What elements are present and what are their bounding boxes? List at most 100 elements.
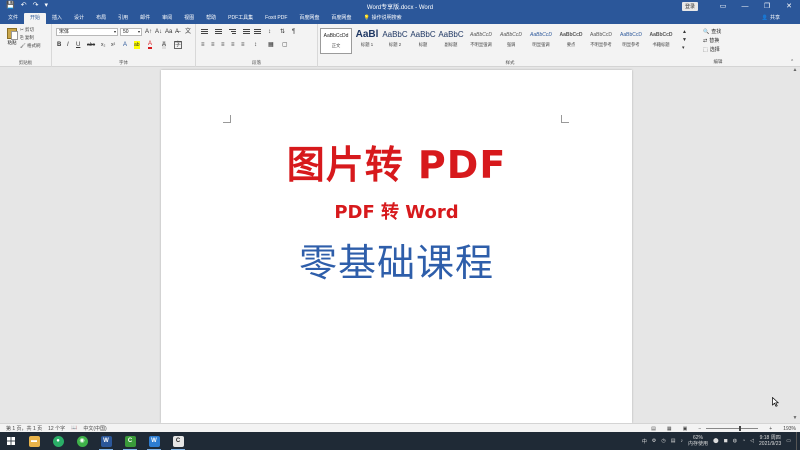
taskbar-camtasia[interactable]: C (118, 432, 142, 450)
replace-button[interactable]: ⇄ 替换 (703, 37, 719, 45)
style-subtle-reference[interactable]: AaBbCcD 不明显参考 (588, 28, 614, 54)
style-heading-2[interactable]: AaBbC 标题 2 (382, 28, 408, 54)
styles-more-icon[interactable]: ▾ (682, 44, 685, 52)
redo-icon[interactable]: ↷ (33, 0, 39, 12)
tab-home[interactable]: 开始 (24, 13, 47, 24)
tell-me-search[interactable]: 💡 操作说明搜索 (357, 13, 407, 24)
customize-qat-icon[interactable]: ▾ (44, 0, 48, 12)
tab-layout[interactable]: 布局 (90, 13, 112, 24)
tray-clock-icon[interactable]: ◷ (661, 438, 665, 444)
decrease-indent-icon[interactable] (243, 29, 250, 35)
enclose-characters-button[interactable]: 字 (174, 41, 183, 49)
distributed-icon[interactable]: ≡ (241, 41, 245, 49)
sort-icon[interactable]: ⇅ (280, 28, 285, 36)
shrink-font-icon[interactable]: A↓ (155, 28, 162, 36)
superscript-button[interactable]: x² (111, 41, 115, 49)
close-button[interactable]: ✕ (778, 0, 800, 12)
tray-clock[interactable]: 9:18 周四 2021/9/23 (759, 435, 781, 447)
tab-foxit-pdf[interactable]: Foxit PDF (259, 13, 293, 24)
maximize-button[interactable]: ❐ (756, 0, 778, 12)
zoom-out-button[interactable]: − (698, 426, 701, 432)
line-spacing-icon[interactable]: ↕ (254, 41, 257, 49)
tab-design[interactable]: 设计 (68, 13, 90, 24)
login-button[interactable]: 登录 (681, 1, 698, 11)
style-subtitle[interactable]: AaBbC 副标题 (438, 28, 464, 54)
change-case-icon[interactable]: Aa (165, 28, 172, 36)
scroll-up-icon[interactable]: ▲ (790, 67, 800, 75)
italic-button[interactable]: I (67, 41, 69, 49)
windows-start-button[interactable] (0, 432, 22, 450)
document-heading-line-3[interactable]: 零基础课程 (161, 232, 632, 287)
zoom-slider-thumb[interactable] (738, 426, 741, 431)
style-intense-emphasis[interactable]: AaBbCcD 明显强调 (528, 28, 554, 54)
style-book-title[interactable]: AaBbCcD 书籍标题 (648, 28, 674, 54)
print-layout-icon[interactable]: ▦ (667, 426, 672, 432)
character-shading-button[interactable]: A (162, 41, 167, 49)
font-size-select[interactable]: 50 ▾ (120, 28, 142, 36)
share-button[interactable]: 👤 共享 (762, 14, 780, 22)
show-desktop-button[interactable] (796, 432, 800, 450)
tray-app-icon-3[interactable]: ◍ (733, 438, 737, 444)
copy-button[interactable]: ⎘ 复制 (20, 35, 34, 41)
language-indicator[interactable]: 中文(中国) (83, 425, 106, 432)
font-color-button[interactable]: A (148, 41, 153, 49)
subscript-button[interactable]: x₂ (101, 41, 105, 49)
vertical-scrollbar[interactable]: ▲ ▼ (790, 67, 800, 423)
tray-app-icon-2[interactable]: ◼ (724, 438, 728, 444)
save-icon[interactable]: 💾 (6, 0, 15, 12)
multilevel-list-icon[interactable] (229, 29, 236, 35)
tab-mailings[interactable]: 邮件 (134, 13, 156, 24)
cut-button[interactable]: ✂ 剪切 (20, 27, 34, 33)
tab-help[interactable]: 帮助 (200, 13, 222, 24)
tab-baidu-netdisk-2[interactable]: 百度网盘 (325, 13, 357, 24)
tray-speaker-icon[interactable]: ◁ (750, 438, 754, 444)
style-subtle-emphasis[interactable]: AaBbCcD 不明显强调 (468, 28, 494, 54)
style-heading-1[interactable]: AaBl 标题 1 (354, 28, 380, 54)
tray-wifi-icon[interactable]: ◔ (742, 438, 745, 444)
word-count[interactable]: 12 个字 (48, 425, 65, 432)
select-button[interactable]: ⬚ 选择 (703, 46, 720, 54)
collapse-ribbon-icon[interactable]: ⌃ (790, 58, 794, 66)
web-layout-icon[interactable]: ▣ (683, 426, 688, 432)
zoom-slider[interactable] (706, 426, 759, 431)
zoom-level[interactable]: 193% (783, 426, 796, 432)
phonetic-guide-icon[interactable]: 文 (185, 28, 191, 36)
find-button[interactable]: 🔍 查找 (703, 28, 721, 36)
taskbar-word[interactable]: W (94, 432, 118, 450)
format-painter-button[interactable]: 🖌 格式刷 (20, 43, 40, 49)
read-mode-icon[interactable]: ▤ (651, 426, 656, 432)
taskbar-wechat[interactable]: ● (46, 432, 70, 450)
proofing-icon[interactable]: 📖 (71, 425, 77, 431)
taskbar-360[interactable]: ◉ (70, 432, 94, 450)
clear-formatting-icon[interactable]: A̶ (175, 28, 179, 36)
style-title[interactable]: AaBbC 标题 (410, 28, 436, 54)
styles-scroll-down-icon[interactable]: ▼ (682, 36, 687, 44)
ribbon-display-options-icon[interactable]: ▭ (712, 0, 734, 12)
style-emphasis[interactable]: AaBbCcD 强调 (498, 28, 524, 54)
font-name-select[interactable]: 宋体 ▾ (56, 28, 118, 36)
tab-view[interactable]: 视图 (178, 13, 200, 24)
shading-icon[interactable]: ▦ (268, 41, 274, 49)
underline-button[interactable]: U (76, 41, 80, 49)
chinese-layout-icon[interactable]: ↕ (268, 28, 271, 36)
taskbar-file-explorer[interactable]: ▬ (22, 432, 46, 450)
page-count[interactable]: 第 1 页，共 1 页 (6, 425, 42, 432)
paste-button[interactable]: 粘贴 (6, 28, 18, 52)
style-normal[interactable]: AaBbCcDd 正文 (320, 28, 352, 54)
document-heading-line-2[interactable]: PDF 转 Word (161, 198, 632, 224)
justify-icon[interactable]: ≡ (231, 41, 235, 49)
taskbar-pdf-tool[interactable]: W (142, 432, 166, 450)
align-center-icon[interactable]: ≡ (211, 41, 215, 49)
document-heading-line-1[interactable]: 图片转 PDF (161, 134, 632, 189)
tab-file[interactable]: 文件 (2, 13, 24, 24)
text-effects-button[interactable]: A (123, 41, 127, 49)
tray-network-icon[interactable]: ▤ (671, 438, 676, 444)
scroll-down-icon[interactable]: ▼ (790, 415, 800, 423)
tab-references[interactable]: 引用 (112, 13, 134, 24)
borders-icon[interactable]: ▢ (282, 41, 288, 49)
style-strong[interactable]: AaBbCcD 要点 (558, 28, 584, 54)
numbering-icon[interactable] (215, 29, 222, 35)
tray-settings-icon[interactable]: ⚙ (652, 438, 656, 444)
tray-ime-indicator[interactable]: 中 (642, 438, 647, 445)
minimize-button[interactable]: — (734, 0, 756, 12)
